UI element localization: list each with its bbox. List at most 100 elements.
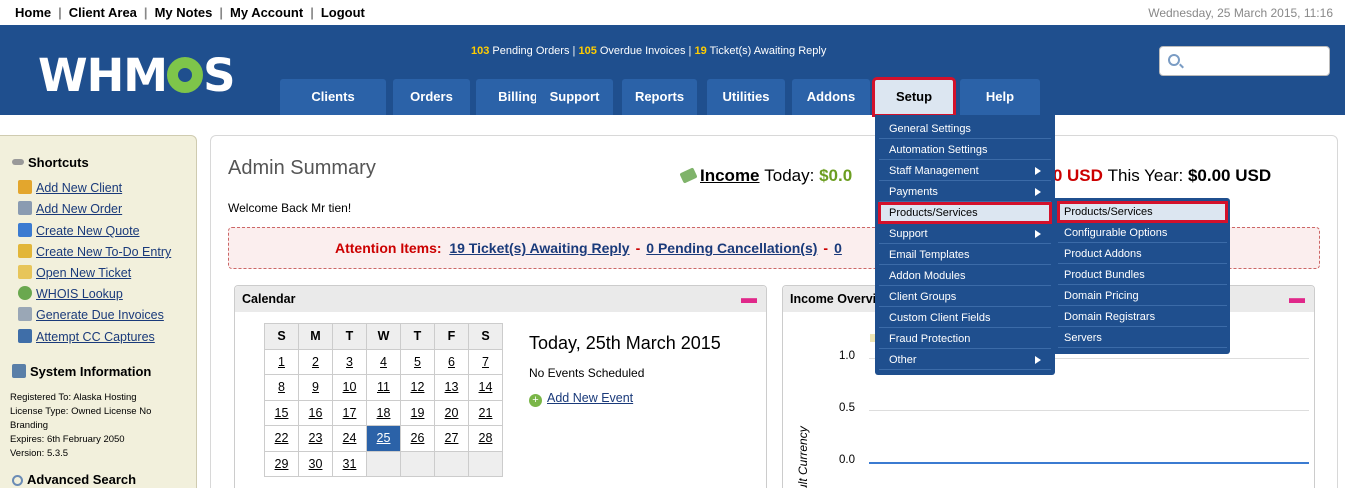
calendar-day[interactable]: 29	[264, 450, 299, 477]
add-event-link[interactable]: + Add New Event	[529, 391, 633, 407]
pending-orders-label[interactable]: Pending Orders	[492, 45, 569, 57]
shortcut-generate-due-invoices[interactable]: Generate Due Invoices	[18, 307, 164, 322]
calendar-table: SMTWTFS 1 2 3 4 5 6 7 8 9 10 11 12 13 14 15 16 17 18 19 20 2…	[264, 323, 503, 477]
income-today-label: Today:	[764, 166, 815, 185]
shortcut-add-new-order[interactable]: Add New Order	[18, 201, 122, 216]
calendar-day[interactable]: 8	[264, 374, 299, 401]
attention-label: Attention Items:	[335, 240, 442, 256]
my-notes-link[interactable]: My Notes	[148, 5, 220, 20]
submenu-item-servers[interactable]: Servers	[1058, 328, 1227, 348]
shortcut-create-todo[interactable]: Create New To-Do Entry	[18, 244, 171, 259]
calendar-day[interactable]: 15	[264, 399, 299, 426]
submenu-item-configurable-options[interactable]: Configurable Options	[1058, 223, 1227, 243]
submenu-item-product-bundles[interactable]: Product Bundles	[1058, 265, 1227, 285]
weekday-header: S	[264, 323, 299, 350]
whmcs-logo[interactable]: WHM S	[38, 49, 236, 102]
calendar-day[interactable]: 11	[366, 374, 401, 401]
tab-reports[interactable]: Reports	[622, 79, 697, 115]
attention-tickets-link[interactable]: 19 Ticket(s) Awaiting Reply	[449, 240, 629, 256]
calendar-day[interactable]: 5	[400, 348, 435, 375]
pending-orders-count[interactable]: 103	[471, 45, 489, 57]
calendar-day[interactable]: 19	[400, 399, 435, 426]
minimize-icon[interactable]: ▬	[1289, 286, 1305, 312]
calendar-day[interactable]: 13	[434, 374, 469, 401]
tab-clients[interactable]: Clients	[280, 79, 386, 115]
setup-menu-item-products-services[interactable]: Products/Services	[878, 202, 1052, 224]
search-input[interactable]	[1186, 51, 1326, 71]
logout-link[interactable]: Logout	[314, 5, 372, 20]
calendar-day[interactable]: 17	[332, 399, 367, 426]
setup-menu-item-payments[interactable]: Payments	[879, 182, 1051, 202]
setup-menu-item-automation-settings[interactable]: Automation Settings	[879, 140, 1051, 160]
calendar-day[interactable]: 3	[332, 348, 367, 375]
logo-text-left: WHM	[38, 49, 168, 102]
setup-menu-item-staff-management[interactable]: Staff Management	[879, 161, 1051, 181]
calendar-day[interactable]: 12	[400, 374, 435, 401]
calendar-day[interactable]: 21	[468, 399, 503, 426]
tab-orders[interactable]: Orders	[393, 79, 470, 115]
calendar-day[interactable]: 24	[332, 425, 367, 452]
search-box[interactable]	[1159, 46, 1330, 76]
attention-cancellations-link[interactable]: 0 Pending Cancellation(s)	[646, 240, 817, 256]
tab-utilities[interactable]: Utilities	[707, 79, 785, 115]
calendar-day[interactable]: 2	[298, 348, 333, 375]
setup-menu-item-label: Custom Client Fields	[889, 312, 991, 324]
shortcut-attempt-cc-captures[interactable]: Attempt CC Captures	[18, 329, 155, 344]
calendar-day[interactable]: 26	[400, 425, 435, 452]
tickets-label[interactable]: Ticket(s) Awaiting Reply	[710, 45, 827, 57]
shortcut-add-new-client[interactable]: Add New Client	[18, 180, 122, 195]
shortcut-label: Create New Quote	[36, 224, 140, 238]
submenu-item-domain-pricing[interactable]: Domain Pricing	[1058, 286, 1227, 306]
calendar-day[interactable]: 23	[298, 425, 333, 452]
tickets-count[interactable]: 19	[694, 45, 706, 57]
client-area-link[interactable]: Client Area	[62, 5, 144, 20]
tab-addons[interactable]: Addons	[792, 79, 870, 115]
calendar-empty-day	[468, 450, 503, 477]
shortcuts-title: Shortcuts	[28, 155, 89, 170]
advanced-search-heading[interactable]: Advanced Search	[12, 472, 136, 487]
shortcut-whois-lookup[interactable]: WHOIS Lookup	[18, 286, 123, 301]
submenu-item-domain-registrars[interactable]: Domain Registrars	[1058, 307, 1227, 327]
calendar-day[interactable]: 6	[434, 348, 469, 375]
calendar-day[interactable]: 14	[468, 374, 503, 401]
submenu-item-product-addons[interactable]: Product Addons	[1058, 244, 1227, 264]
calendar-week: 1234567	[264, 348, 503, 375]
tab-support[interactable]: Support	[536, 79, 613, 115]
shortcut-create-new-quote[interactable]: Create New Quote	[18, 223, 140, 238]
calendar-day[interactable]: 27	[434, 425, 469, 452]
submenu-arrow-icon	[1035, 230, 1041, 238]
calendar-day[interactable]: 22	[264, 425, 299, 452]
calendar-day[interactable]: 20	[434, 399, 469, 426]
overdue-invoices-count[interactable]: 105	[578, 45, 596, 57]
setup-menu-item-email-templates[interactable]: Email Templates	[879, 245, 1051, 265]
calendar-day[interactable]: 9	[298, 374, 333, 401]
calendar-day[interactable]: 30	[298, 450, 333, 477]
calendar-day[interactable]: 28	[468, 425, 503, 452]
tab-setup[interactable]: Setup	[872, 77, 956, 117]
overdue-invoices-label[interactable]: Overdue Invoices	[600, 45, 686, 57]
advanced-search-title: Advanced Search	[27, 472, 137, 487]
calendar-day[interactable]: 25	[366, 425, 401, 452]
attention-more-link[interactable]: 0	[834, 240, 842, 256]
calendar-day[interactable]: 16	[298, 399, 333, 426]
calendar-day[interactable]: 1	[264, 348, 299, 375]
setup-menu-item-general-settings[interactable]: General Settings	[879, 119, 1051, 139]
shortcut-open-new-ticket[interactable]: Open New Ticket	[18, 265, 131, 280]
setup-menu-item-addon-modules[interactable]: Addon Modules	[879, 266, 1051, 286]
calendar-day[interactable]: 18	[366, 399, 401, 426]
calendar-day[interactable]: 10	[332, 374, 367, 401]
home-link[interactable]: Home	[8, 5, 58, 20]
setup-menu-item-client-groups[interactable]: Client Groups	[879, 287, 1051, 307]
calendar-day[interactable]: 31	[332, 450, 367, 477]
my-account-link[interactable]: My Account	[223, 5, 310, 20]
income-link[interactable]: Income	[700, 166, 760, 185]
setup-menu-item-fraud-protection[interactable]: Fraud Protection	[879, 329, 1051, 349]
setup-menu-item-custom-client-fields[interactable]: Custom Client Fields	[879, 308, 1051, 328]
calendar-day[interactable]: 4	[366, 348, 401, 375]
submenu-item-products-services[interactable]: Products/Services	[1057, 201, 1228, 223]
setup-menu-item-support[interactable]: Support	[879, 224, 1051, 244]
setup-menu-item-other[interactable]: Other	[879, 350, 1051, 370]
tab-help[interactable]: Help	[960, 79, 1040, 115]
calendar-day[interactable]: 7	[468, 348, 503, 375]
minimize-icon[interactable]: ▬	[741, 286, 757, 312]
